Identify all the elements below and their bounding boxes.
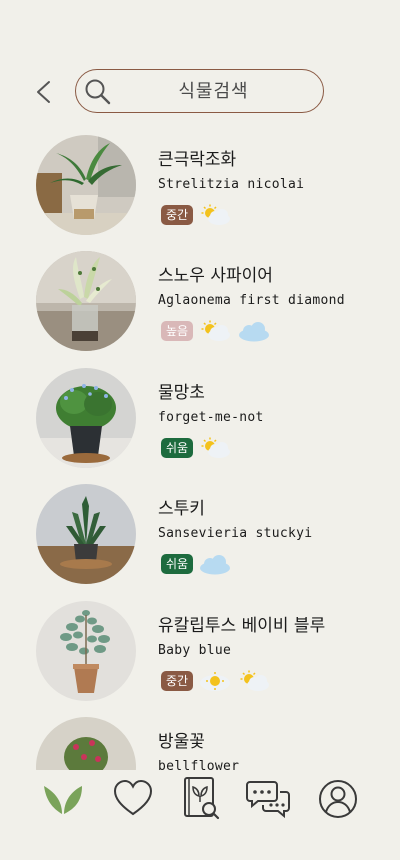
plant-scientific-name: forget-me-not: [158, 410, 264, 425]
plant-korean-name: 스투키: [158, 499, 205, 519]
plant-list-item[interactable]: 유칼립투스 베이비 블루 Baby blue 중간: [0, 591, 400, 701]
nav-favorites[interactable]: [108, 774, 158, 824]
profile-icon: [319, 780, 357, 818]
plant-photo: [36, 251, 136, 351]
plant-korean-name: 방울꽃: [158, 732, 205, 752]
plant-korean-name: 물망초: [158, 383, 205, 403]
cloudy-icon: [239, 322, 270, 342]
plant-tags: 쉬움: [161, 553, 232, 575]
difficulty-badge: 중간: [161, 205, 194, 225]
plant-list-item[interactable]: 물망초 forget-me-not 쉬움: [0, 358, 400, 468]
search-bar[interactable]: [75, 69, 324, 113]
heart-icon: [113, 779, 153, 816]
search-input[interactable]: [76, 79, 323, 103]
plant-korean-name: 스노우 사파이어: [158, 266, 273, 286]
chat-bubbles-icon: [246, 781, 290, 819]
plant-korean-name: 큰극락조화: [158, 150, 237, 170]
plant-korean-name: 유칼립투스 베이비 블루: [158, 616, 326, 636]
difficulty-badge: 높음: [161, 321, 194, 341]
top-bar: [0, 0, 400, 125]
sunny-icon: [200, 672, 231, 691]
plant-photo: [36, 601, 136, 701]
partly-sunny-icon: [240, 670, 270, 691]
plant-tags: 쉬움: [161, 437, 232, 459]
plant-list: 큰극락조화 Strelitzia nicolai 중간 스노우 사파이어 Agl…: [0, 125, 400, 770]
nav-home[interactable]: [38, 774, 88, 824]
plant-tags: 중간: [161, 670, 271, 692]
plant-scientific-name: Aglaonema first diamond: [158, 293, 345, 308]
plant-list-item[interactable]: 방울꽃 bellflower: [0, 707, 400, 770]
plant-tags: 중간: [161, 204, 232, 226]
difficulty-badge: 쉬움: [161, 438, 194, 458]
cloudy-icon: [200, 555, 231, 575]
partly-sunny-icon: [201, 437, 231, 458]
plant-scientific-name: Sansevieria stuckyi: [158, 526, 313, 541]
plant-list-item[interactable]: 큰극락조화 Strelitzia nicolai 중간: [0, 125, 400, 235]
plant-photo: [36, 368, 136, 468]
bottom-nav: [0, 770, 400, 860]
plant-list-item[interactable]: 스투키 Sansevieria stuckyi 쉬움: [0, 474, 400, 584]
search-icon[interactable]: [84, 78, 112, 106]
partly-sunny-icon: [201, 204, 231, 225]
difficulty-badge: 중간: [161, 671, 194, 691]
nav-profile[interactable]: [313, 774, 363, 824]
nav-plant-book[interactable]: [176, 774, 226, 824]
plant-list-item[interactable]: 스노우 사파이어 Aglaonema first diamond 높음: [0, 241, 400, 351]
plant-photo: [36, 135, 136, 235]
plant-scientific-name: Baby blue: [158, 643, 232, 658]
plant-tags: 높음: [161, 320, 271, 342]
sprout-icon: [44, 786, 82, 814]
plant-photo: [36, 717, 136, 770]
plant-book-icon: [184, 777, 220, 820]
plant-scientific-name: Strelitzia nicolai: [158, 177, 305, 192]
chevron-left-icon[interactable]: [30, 78, 58, 106]
plant-photo: [36, 484, 136, 584]
difficulty-badge: 쉬움: [161, 554, 194, 574]
partly-sunny-icon: [201, 320, 231, 341]
nav-chat[interactable]: [244, 774, 294, 824]
plant-scientific-name: bellflower: [158, 759, 240, 770]
